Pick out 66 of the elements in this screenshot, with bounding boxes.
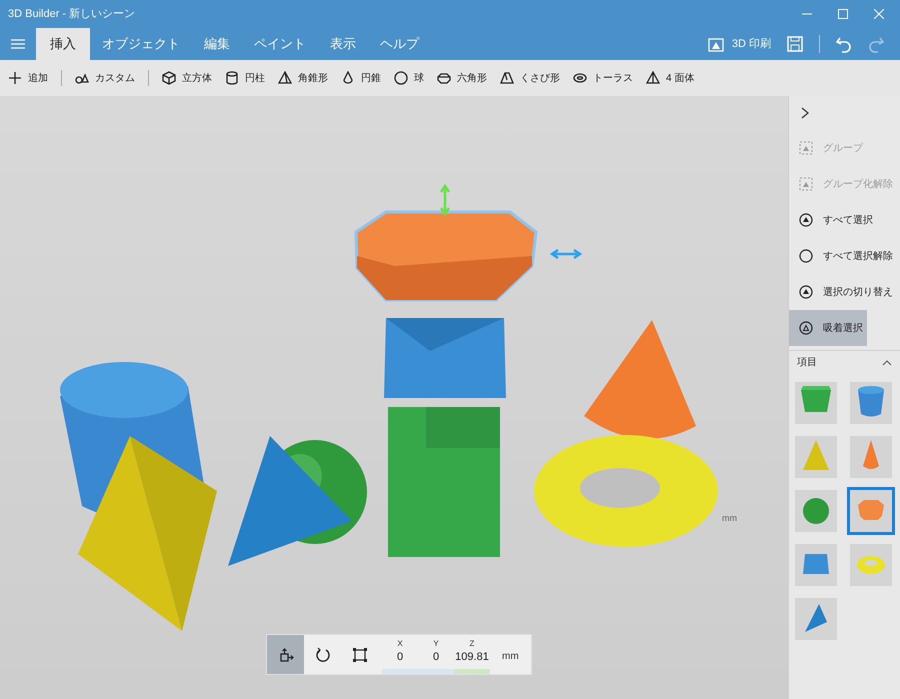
side-action[interactable]: すべて選択: [789, 202, 900, 238]
item-thumbnail[interactable]: [795, 436, 837, 478]
group-icon: [799, 177, 813, 191]
side-action[interactable]: 吸着選択: [789, 310, 867, 346]
item-thumbnail[interactable]: [795, 382, 837, 424]
coordinate-value[interactable]: 0: [432, 650, 440, 664]
redo-icon[interactable]: [868, 35, 884, 53]
toolbar-button[interactable]: 角錐形: [278, 70, 328, 86]
undo-icon[interactable]: [836, 35, 852, 53]
cylinder-icon: [225, 71, 239, 85]
wedge-icon: [500, 71, 514, 85]
menu-icon[interactable]: [11, 39, 25, 49]
coordinate-value[interactable]: 0: [396, 650, 404, 664]
group-icon: [799, 141, 813, 155]
move-icon: [278, 646, 294, 662]
shapes-icon: [75, 71, 89, 85]
toolbar-button[interactable]: 六角形: [437, 70, 487, 86]
move-arrow-icon: [440, 184, 450, 216]
triangle-in-circle-icon: [799, 321, 813, 335]
axis-label: X: [397, 638, 403, 650]
toolbar-button[interactable]: 立方体: [162, 70, 212, 86]
resize-arrow-icon: [550, 248, 582, 260]
mode-button[interactable]: [267, 635, 304, 674]
tetrahedron-icon: [646, 71, 660, 85]
scale-icon: [352, 646, 368, 662]
toolbar-button[interactable]: 球: [394, 70, 424, 86]
item-thumbnail[interactable]: [850, 436, 892, 478]
rotate-icon: [314, 646, 330, 662]
item-thumbnail[interactable]: [850, 382, 892, 424]
save-icon[interactable]: [787, 36, 803, 52]
toolbar-button[interactable]: 4 面体: [646, 70, 694, 86]
coordinate-value[interactable]: 109.81: [455, 650, 489, 664]
item-thumbnail[interactable]: [850, 544, 892, 586]
side-action[interactable]: 選択の切り替え: [789, 274, 900, 310]
hexagon-icon: [437, 71, 451, 85]
circle-icon: [394, 71, 408, 85]
maximize-icon[interactable]: [838, 9, 848, 19]
select-icon: [799, 213, 813, 227]
toolbar-button[interactable]: 円柱: [225, 70, 265, 86]
item-thumbnail[interactable]: [795, 598, 837, 640]
select-icon: [799, 285, 813, 299]
pyramid-icon: [278, 71, 292, 85]
toolbar-button[interactable]: カスタム: [75, 70, 135, 86]
toolbar-button[interactable]: くさび形: [500, 70, 560, 86]
torus-icon: [573, 71, 587, 85]
toolbar-button[interactable]: 円錐: [341, 70, 381, 86]
close-icon[interactable]: [874, 9, 884, 19]
panel-title: 項目: [797, 356, 817, 370]
item-thumbnail[interactable]: [795, 490, 837, 532]
unit-label: mm: [501, 650, 520, 664]
window-title: 3D Builder - 新しいシーン: [8, 6, 136, 22]
unit-label: mm: [722, 512, 737, 525]
cone-icon: [341, 71, 355, 85]
toolbar-button[interactable]: 追加: [8, 70, 48, 86]
tab[interactable]: 挿入: [36, 28, 90, 60]
toolbar-button[interactable]: トーラス: [573, 70, 633, 86]
axis-label: Y: [433, 638, 439, 650]
plus-icon: [8, 71, 22, 85]
axis-label: Z: [470, 638, 474, 650]
circle-icon: [799, 249, 813, 263]
collapse-icon[interactable]: [882, 360, 892, 366]
side-action[interactable]: すべて選択解除: [789, 238, 900, 274]
item-thumbnail[interactable]: [795, 544, 837, 586]
chevron-right-icon[interactable]: [801, 107, 809, 119]
item-thumbnail[interactable]: [850, 490, 892, 532]
cube-icon: [162, 71, 176, 85]
